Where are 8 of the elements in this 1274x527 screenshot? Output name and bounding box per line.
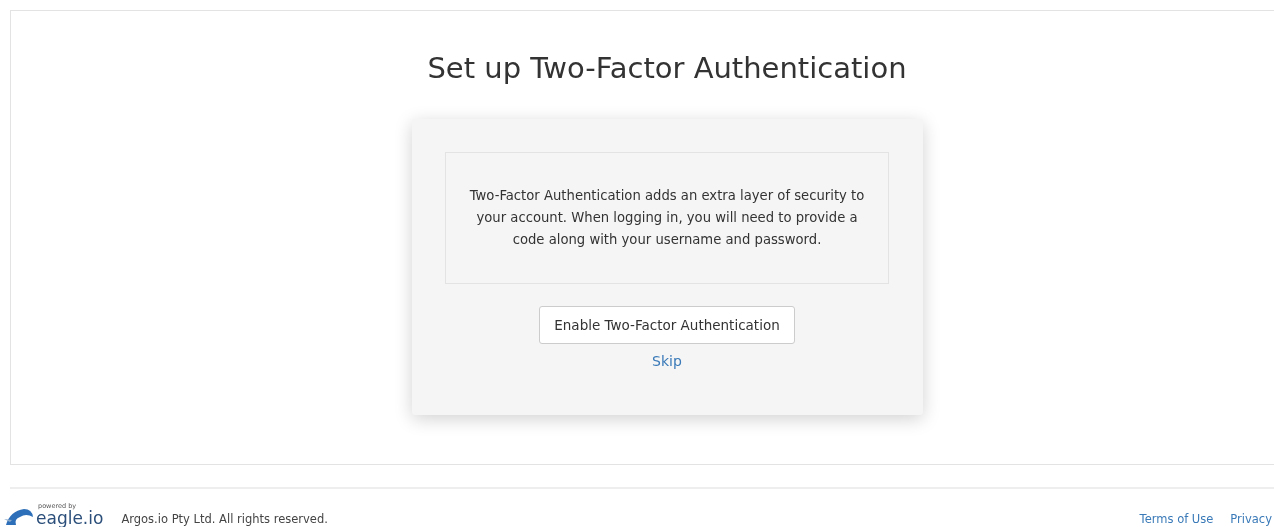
footer-link[interactable]: Privacy (1230, 511, 1272, 527)
description-text: Two-Factor Authentication adds an extra layer of security to your account. When logging in, you will need to provide a code along with your username and password. (468, 187, 866, 249)
logo-wordmark: eagle.io (36, 510, 104, 527)
enable-button[interactable]: Enable Two-Factor Authentication (539, 306, 795, 344)
footer-link[interactable]: Terms of Use (1139, 511, 1214, 527)
page-title: Set up Two-Factor Authentication (427, 51, 907, 85)
copyright-text: Argos.io Pty Ltd. All rights reserved. (121, 511, 328, 527)
skip-link[interactable]: Skip (652, 353, 682, 369)
